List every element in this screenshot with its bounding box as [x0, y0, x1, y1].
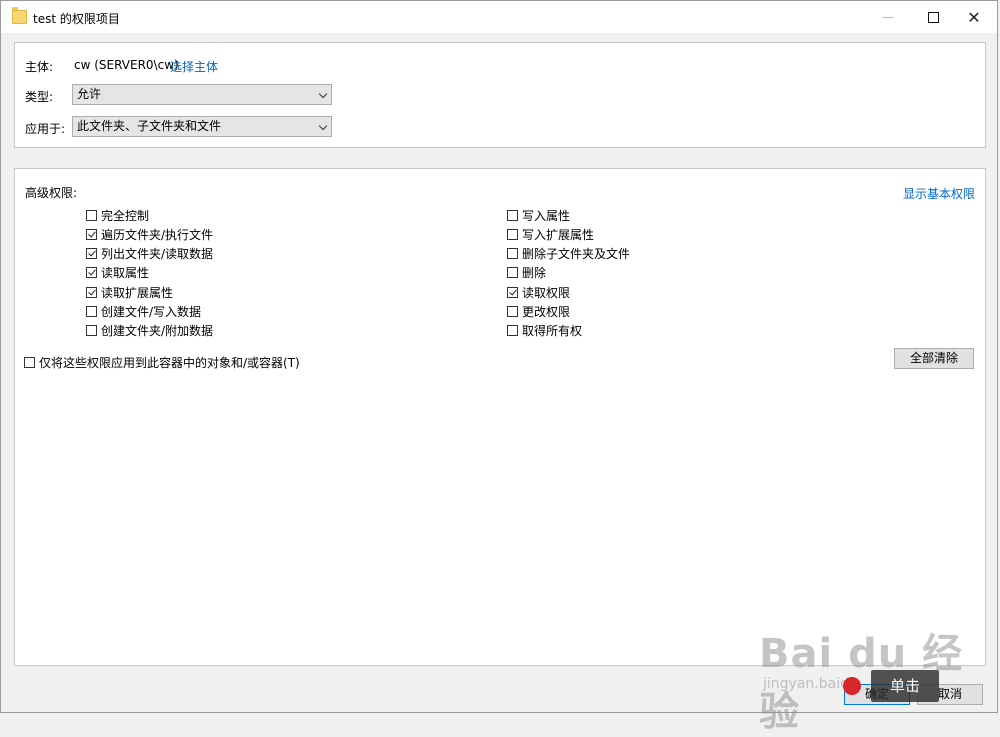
perm-label: 创建文件夹/附加数据 [101, 323, 214, 338]
perm-label: 完全控制 [101, 208, 150, 223]
apply-container-label: 仅将这些权限应用到此容器中的对象和/或容器(T) [39, 355, 300, 370]
perm-change-permissions[interactable]: 更改权限 [507, 303, 570, 319]
perm-label: 更改权限 [522, 304, 571, 319]
perm-delete-subfolders-files[interactable]: 删除子文件夹及文件 [507, 245, 630, 261]
checkbox[interactable] [507, 228, 518, 240]
perm-take-ownership[interactable]: 取得所有权 [507, 322, 582, 338]
show-basic-permissions-link[interactable]: 显示基本权限 [903, 185, 975, 202]
type-label: 类型: [25, 90, 54, 104]
principal-panel: 主体: cw (SERVER0\cw) 选择主体 类型: 允许 应用于: 此文件… [14, 42, 986, 148]
checkbox[interactable] [86, 324, 97, 336]
window-title: test 的权限项目 [33, 12, 120, 26]
permission-entry-window: test 的权限项目 — ✕ 主体: cw (SERVER0\cw) 选择主体 … [0, 0, 998, 735]
perm-traverse-execute[interactable]: 遍历文件夹/执行文件 [86, 226, 213, 242]
maximize-button[interactable] [910, 1, 956, 33]
advanced-permissions-label: 高级权限: [25, 186, 78, 200]
checkbox-checked[interactable] [507, 286, 518, 298]
perm-read-permissions[interactable]: 读取权限 [507, 284, 570, 300]
perm-list-read-data[interactable]: 列出文件夹/读取数据 [86, 245, 213, 261]
checkbox-checked[interactable] [86, 286, 97, 298]
perm-label: 写入属性 [522, 208, 571, 223]
minimize-button[interactable]: — [865, 1, 911, 33]
ok-button[interactable]: 确定 [844, 684, 910, 705]
checkbox[interactable] [507, 305, 518, 317]
perm-label: 读取权限 [522, 285, 571, 300]
applies-to-select[interactable]: 此文件夹、子文件夹和文件 [72, 116, 332, 137]
perm-label: 遍历文件夹/执行文件 [101, 227, 214, 242]
checkbox[interactable] [86, 209, 97, 221]
close-button[interactable]: ✕ [951, 1, 997, 33]
perm-create-folders-append[interactable]: 创建文件夹/附加数据 [86, 322, 213, 338]
checkbox-checked[interactable] [86, 247, 97, 259]
close-icon: ✕ [967, 7, 981, 27]
maximize-icon [927, 11, 939, 23]
perm-create-files-write[interactable]: 创建文件/写入数据 [86, 303, 201, 319]
perm-full-control[interactable]: 完全控制 [86, 207, 149, 223]
title-bar: test 的权限项目 — ✕ [1, 1, 997, 33]
perm-delete[interactable]: 删除 [507, 264, 546, 280]
advanced-permissions-panel: 高级权限: 显示基本权限 完全控制 遍历文件夹/执行文件 列出文件夹/读取数据 … [14, 168, 986, 666]
perm-label: 删除子文件夹及文件 [522, 246, 631, 261]
perm-label: 删除 [522, 265, 547, 280]
principal-value: cw (SERVER0\cw) [74, 58, 179, 72]
cancel-button[interactable]: 取消 [917, 684, 983, 705]
checkbox-checked[interactable] [86, 266, 97, 278]
perm-label: 写入扩展属性 [522, 227, 595, 242]
select-principal-link[interactable]: 选择主体 [170, 58, 218, 75]
checkbox[interactable] [24, 356, 35, 368]
perm-label: 取得所有权 [522, 323, 583, 338]
perm-write-attributes[interactable]: 写入属性 [507, 207, 570, 223]
checkbox[interactable] [507, 247, 518, 259]
perm-label: 读取扩展属性 [101, 285, 174, 300]
perm-read-ext-attributes[interactable]: 读取扩展属性 [86, 284, 173, 300]
clear-all-button[interactable]: 全部清除 [894, 348, 974, 369]
perm-label: 创建文件/写入数据 [101, 304, 202, 319]
principal-label: 主体: [25, 60, 54, 74]
folder-icon [12, 7, 27, 24]
type-selected-value: 允许 [77, 87, 102, 101]
checkbox[interactable] [507, 324, 518, 336]
checkbox[interactable] [507, 266, 518, 278]
perm-read-attributes[interactable]: 读取属性 [86, 264, 149, 280]
applies-to-selected-value: 此文件夹、子文件夹和文件 [77, 119, 222, 133]
chevron-down-icon [318, 121, 328, 131]
perm-label: 列出文件夹/读取数据 [101, 246, 214, 261]
perm-write-ext-attributes[interactable]: 写入扩展属性 [507, 226, 594, 242]
type-select[interactable]: 允许 [72, 84, 332, 105]
checkbox[interactable] [507, 209, 518, 221]
checkbox[interactable] [86, 305, 97, 317]
checkbox-checked[interactable] [86, 228, 97, 240]
chevron-down-icon [318, 89, 328, 99]
apply-to-container-only[interactable]: 仅将这些权限应用到此容器中的对象和/或容器(T) [24, 354, 300, 370]
perm-label: 读取属性 [101, 265, 150, 280]
minimize-icon: — [881, 9, 895, 25]
applies-to-label: 应用于: [25, 122, 66, 136]
